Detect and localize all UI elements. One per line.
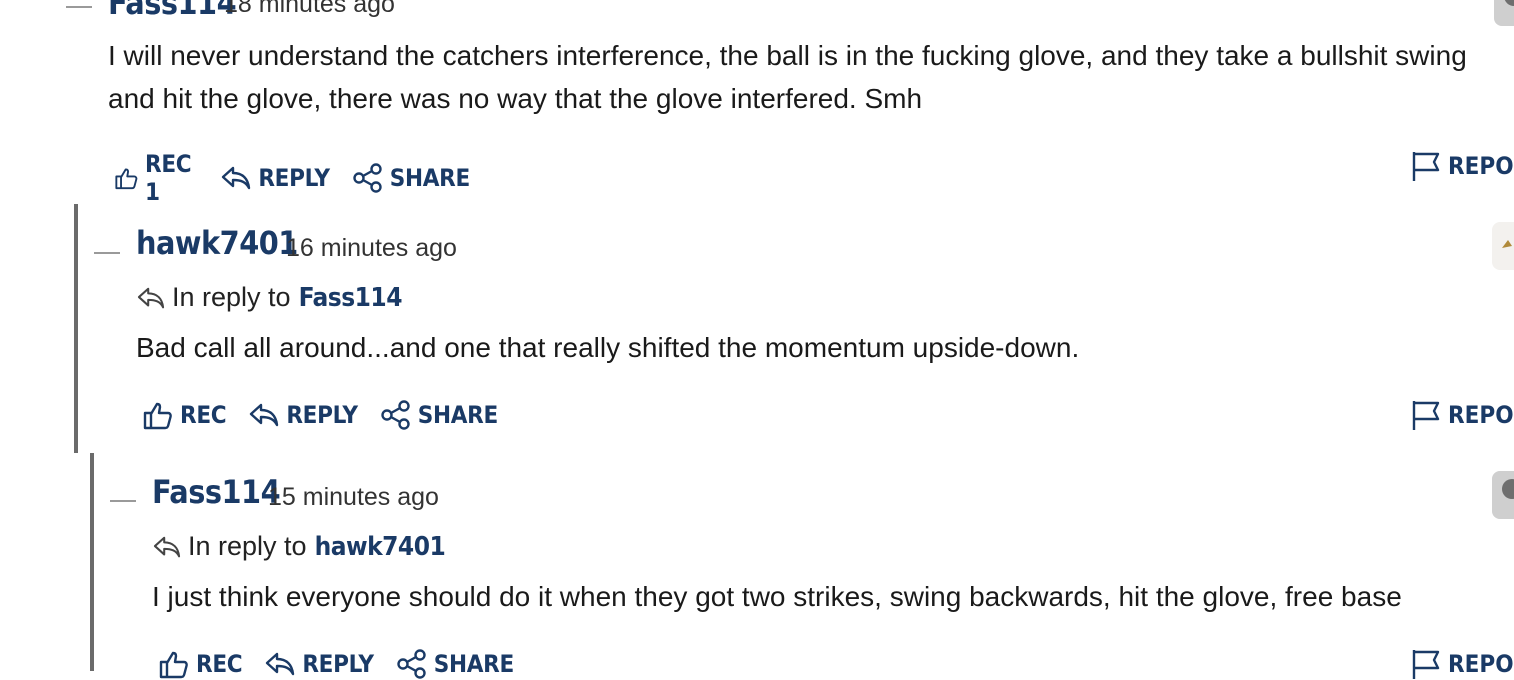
comment-author[interactable]: Fass114 xyxy=(108,0,237,22)
report-label: REPOR xyxy=(1448,650,1514,678)
thumbs-up-icon xyxy=(159,651,188,679)
avatar[interactable] xyxy=(1492,471,1514,519)
share-button[interactable]: SHARE xyxy=(380,400,498,430)
thumbs-up-icon xyxy=(115,168,138,190)
comment-body: Bad call all around...and one that reall… xyxy=(136,332,1080,363)
avatar[interactable] xyxy=(1492,222,1514,270)
comment-actions: REC REPLY SHARE xyxy=(142,399,520,431)
rec-label: REC 1 xyxy=(145,150,192,206)
reply-arrow-icon xyxy=(153,536,181,557)
flag-icon xyxy=(1412,152,1440,181)
comment-actions: REC 1 REPLY SHARE xyxy=(114,150,492,206)
reply-prefix: In reply to xyxy=(188,531,307,561)
collapse-dash-icon[interactable] xyxy=(110,500,136,502)
thread-line[interactable] xyxy=(90,453,94,671)
share-button[interactable]: SHARE xyxy=(396,649,514,679)
reply-button[interactable]: REPLY xyxy=(220,164,330,192)
reply-arrow-icon xyxy=(222,166,251,190)
reply-label: REPLY xyxy=(258,164,330,192)
report-label: REPOR xyxy=(1448,152,1514,180)
rec-button[interactable]: REC xyxy=(158,648,243,680)
rec-button[interactable]: REC 1 xyxy=(114,150,198,206)
comment-timestamp: 15 minutes ago xyxy=(268,483,439,511)
report-label: REPOR xyxy=(1448,401,1514,429)
reply-arrow-icon xyxy=(266,652,295,676)
reply-button[interactable]: REPLY xyxy=(248,401,358,429)
share-label: SHARE xyxy=(417,401,499,429)
comment-author[interactable]: Fass114 xyxy=(152,473,281,511)
rec-button[interactable]: REC xyxy=(142,399,227,431)
reply-to-author-link[interactable]: hawk7401 xyxy=(315,532,446,562)
comment-actions: REC REPLY SHARE xyxy=(158,648,536,680)
comment-body: I just think everyone should do it when … xyxy=(152,581,1402,612)
rec-label: REC xyxy=(180,401,227,429)
reply-button[interactable]: REPLY xyxy=(264,650,374,678)
share-icon xyxy=(352,163,382,193)
collapse-dash-icon[interactable] xyxy=(66,6,92,8)
reply-arrow-icon xyxy=(137,287,165,308)
in-reply-to: In reply to hawk7401 xyxy=(152,531,446,562)
report-button[interactable]: REPOR xyxy=(1410,399,1514,431)
share-icon xyxy=(396,649,426,679)
reply-arrow-icon xyxy=(250,403,279,427)
reply-label: REPLY xyxy=(286,401,358,429)
share-label: SHARE xyxy=(433,650,515,678)
flag-icon xyxy=(1412,401,1440,430)
avatar[interactable] xyxy=(1494,0,1514,26)
rec-label: REC xyxy=(196,650,243,678)
share-icon xyxy=(380,400,410,430)
thumbs-up-icon xyxy=(143,402,172,430)
share-label: SHARE xyxy=(389,164,471,192)
collapse-dash-icon[interactable] xyxy=(94,252,120,254)
thread-line[interactable] xyxy=(74,204,78,453)
comment-timestamp: 16 minutes ago xyxy=(286,234,457,262)
report-button[interactable]: REPOR xyxy=(1410,150,1514,182)
reply-prefix: In reply to xyxy=(172,282,291,312)
comment-timestamp: 18 minutes ago xyxy=(224,0,395,18)
report-button[interactable]: REPOR xyxy=(1410,648,1514,680)
comment-author[interactable]: hawk7401 xyxy=(136,224,298,262)
reply-label: REPLY xyxy=(302,650,374,678)
flag-icon xyxy=(1412,650,1440,679)
in-reply-to: In reply to Fass114 xyxy=(136,282,402,313)
share-button[interactable]: SHARE xyxy=(352,163,470,193)
comment-body: I will never understand the catchers int… xyxy=(108,40,1467,114)
reply-to-author-link[interactable]: Fass114 xyxy=(299,283,403,313)
